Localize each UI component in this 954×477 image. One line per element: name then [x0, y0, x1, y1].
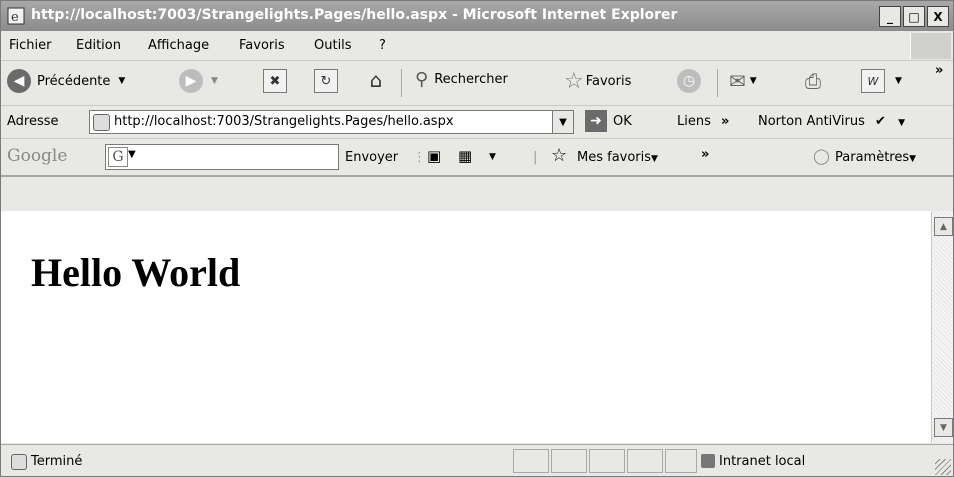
- google-bookmarks-button[interactable]: Mes favoris▼: [577, 150, 658, 165]
- links-overflow[interactable]: »: [721, 114, 729, 129]
- menu-affichage[interactable]: Affichage: [148, 38, 209, 53]
- intranet-zone-icon: [701, 454, 715, 468]
- google-toolbar: Google G ▼ Envoyer ⋮ ▣ ▦ ▼ | ☆ Mes favor…: [1, 139, 953, 177]
- back-dropdown-icon[interactable]: ▼: [118, 76, 125, 86]
- scroll-up-icon[interactable]: ▲: [934, 217, 953, 236]
- resize-grip-icon[interactable]: [935, 459, 951, 475]
- menu-outils[interactable]: Outils: [314, 38, 352, 53]
- svg-text:e: e: [11, 10, 19, 25]
- links-label: Liens: [677, 114, 711, 129]
- home-icon: ⌂: [369, 68, 383, 92]
- edit-dropdown-icon[interactable]: ▼: [895, 76, 902, 86]
- google-search-input[interactable]: G ▼: [105, 144, 339, 170]
- address-label: Adresse: [7, 114, 59, 129]
- favorites-label: Favoris: [585, 74, 632, 89]
- norton-label: Norton AntiVirus: [758, 114, 865, 129]
- address-bar: Adresse http://localhost:7003/Strangelig…: [1, 106, 953, 139]
- bookmarks-dropdown-icon: ▼: [651, 154, 658, 164]
- menu-favoris[interactable]: Favoris: [239, 38, 285, 53]
- forward-dropdown-icon[interactable]: ▼: [211, 76, 218, 86]
- status-pane: [513, 449, 549, 473]
- vertical-scrollbar[interactable]: ▲ ▼: [931, 211, 953, 443]
- security-zone-label: Intranet local: [719, 454, 806, 469]
- printer-icon: ⎙: [805, 69, 821, 93]
- google-options-dropdown-icon[interactable]: ▼: [489, 152, 496, 162]
- news-icon[interactable]: ▣: [427, 147, 441, 165]
- mail-icon: ✉: [729, 69, 746, 93]
- browser-window: e http://localhost:7003/Strangelights.Pa…: [0, 0, 954, 477]
- toolbar-overflow[interactable]: »: [935, 63, 943, 78]
- bookmarks-label: Mes favoris: [577, 150, 652, 165]
- standard-toolbar: ◀ Précédente ▼ ▶ ▼ ✖ ↻ ⌂ ⚲ Rechercher ☆ …: [1, 61, 953, 106]
- settings-circle-icon: ◯: [813, 147, 830, 165]
- windows-logo-icon: [910, 33, 951, 59]
- stop-icon: ✖: [263, 69, 287, 93]
- google-settings-button[interactable]: Paramètres▼: [835, 150, 916, 165]
- mail-dropdown-icon[interactable]: ▼: [750, 76, 757, 86]
- norton-icon: ✔: [875, 114, 886, 129]
- forward-button[interactable]: ▶ ▼: [179, 69, 218, 93]
- norton-toolbar[interactable]: Norton AntiVirus ✔ ▼: [758, 114, 905, 129]
- menu-fichier[interactable]: Fichier: [9, 38, 52, 53]
- print-button[interactable]: ⎙: [805, 69, 821, 93]
- stop-button[interactable]: ✖: [263, 69, 287, 93]
- scroll-down-icon[interactable]: ▼: [934, 418, 953, 437]
- search-icon: ⚲: [415, 69, 429, 90]
- maximize-button[interactable]: □: [903, 6, 925, 27]
- google-send-button[interactable]: Envoyer: [345, 150, 398, 165]
- star-icon: ☆: [564, 69, 584, 94]
- refresh-icon: ↻: [314, 69, 338, 93]
- status-pane: [551, 449, 587, 473]
- go-arrow-icon[interactable]: ➜: [585, 110, 607, 132]
- status-pane: [627, 449, 663, 473]
- search-button[interactable]: ⚲ Rechercher: [415, 69, 508, 90]
- menu-help[interactable]: ?: [379, 38, 386, 53]
- search-label: Rechercher: [434, 72, 508, 87]
- back-arrow-icon: ◀: [7, 69, 31, 93]
- google-separator-icon: |: [533, 150, 538, 165]
- settings-label: Paramètres: [835, 150, 910, 165]
- window-title: http://localhost:7003/Strangelights.Page…: [31, 7, 678, 23]
- edit-button[interactable]: W ▼: [861, 69, 902, 93]
- page-content: Hello World: [1, 211, 931, 443]
- links-toolbar[interactable]: Liens »: [677, 114, 729, 129]
- forward-arrow-icon: ▶: [179, 69, 203, 93]
- refresh-button[interactable]: ↻: [314, 69, 338, 93]
- title-bar: e http://localhost:7003/Strangelights.Pa…: [1, 1, 953, 31]
- home-button[interactable]: ⌂: [365, 68, 387, 92]
- ie-page-icon: e: [7, 7, 25, 25]
- google-logo[interactable]: Google: [7, 146, 67, 166]
- mail-button[interactable]: ✉ ▼: [729, 69, 757, 93]
- address-dropdown-button[interactable]: ▼: [552, 110, 574, 134]
- bookmark-star-icon[interactable]: ☆: [551, 145, 567, 166]
- menu-edition[interactable]: Edition: [76, 38, 121, 53]
- google-separator-icon: ⋮: [413, 150, 426, 165]
- minimize-button[interactable]: _: [879, 6, 901, 27]
- page-heading: Hello World: [31, 250, 241, 295]
- close-button[interactable]: X: [927, 6, 949, 27]
- ie-page-icon: [93, 114, 110, 131]
- word-icon: W: [861, 69, 885, 93]
- status-pane: [589, 449, 625, 473]
- menu-bar: Fichier Edition Affichage Favoris Outils…: [1, 32, 953, 61]
- favorites-button[interactable]: ☆ Favoris: [564, 69, 631, 94]
- back-button[interactable]: ◀ Précédente ▼: [7, 69, 125, 93]
- google-dropdown-icon[interactable]: ▼: [128, 149, 136, 160]
- history-button[interactable]: ◷: [677, 69, 701, 93]
- status-pane: [665, 449, 697, 473]
- back-label: Précédente: [37, 73, 111, 89]
- go-button-label[interactable]: OK: [613, 114, 632, 129]
- pagerank-icon[interactable]: ▦: [458, 147, 472, 165]
- history-icon: ◷: [677, 69, 701, 93]
- google-g-icon[interactable]: G: [108, 147, 128, 167]
- address-url[interactable]: http://localhost:7003/Strangelights.Page…: [114, 114, 454, 129]
- google-overflow[interactable]: »: [701, 147, 709, 162]
- settings-dropdown-icon: ▼: [909, 154, 917, 164]
- norton-dropdown-icon[interactable]: ▼: [898, 118, 905, 128]
- page-done-icon: [11, 454, 27, 470]
- status-bar: Terminé Intranet local: [1, 444, 953, 476]
- status-text: Terminé: [31, 454, 83, 469]
- address-input[interactable]: http://localhost:7003/Strangelights.Page…: [89, 110, 553, 134]
